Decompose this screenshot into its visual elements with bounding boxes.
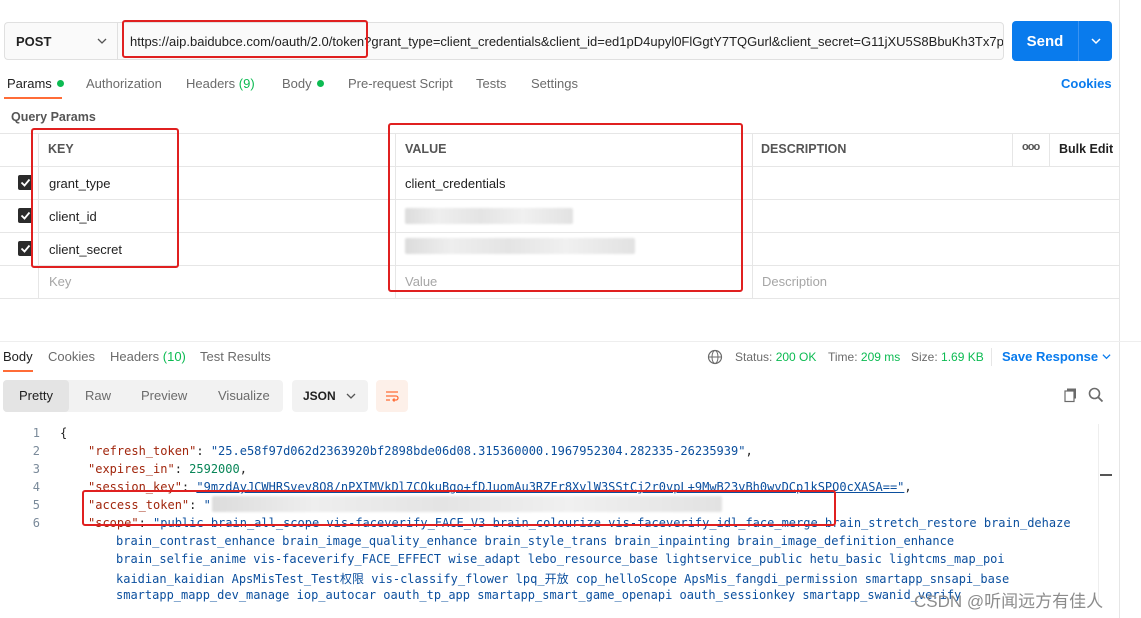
status-readout: Status: 200 OK <box>735 350 817 364</box>
view-pretty[interactable]: Pretty <box>19 388 53 403</box>
params-active-dot <box>56 80 64 88</box>
line-number: 2 <box>32 444 40 458</box>
response-tab-test-results[interactable]: Test Results <box>200 349 271 364</box>
check-icon <box>20 244 31 253</box>
tab-pre-request-script[interactable]: Pre-request Script <box>348 76 453 94</box>
access-token-highlight-box <box>82 490 836 526</box>
cookies-link[interactable]: Cookies <box>1061 76 1112 91</box>
code-line-scope-cont: brain_contrast_enhance brain_image_quali… <box>116 534 955 548</box>
search-icon[interactable] <box>1088 387 1104 403</box>
method-label: POST <box>16 33 52 49</box>
wrap-lines-icon <box>386 391 399 402</box>
check-icon <box>20 211 31 220</box>
check-icon <box>20 178 31 187</box>
response-tab-headers[interactable]: Headers (10) <box>110 349 186 364</box>
code-line-scope-cont: smartapp_mapp_dev_manage iop_autocar oau… <box>116 588 962 602</box>
code-line-refresh-token: "refresh_token": "25.e58f97d062d2363920b… <box>88 444 753 458</box>
chevron-down-icon <box>346 393 356 399</box>
value-column-highlight-box <box>388 123 743 292</box>
tab-body[interactable]: Body <box>282 76 324 94</box>
watermark: CSDN @听闻远方有佳人 <box>914 592 1104 611</box>
line-number: 6 <box>32 516 40 530</box>
response-tab-cookies[interactable]: Cookies <box>48 349 95 364</box>
editor-scrollbar[interactable] <box>1098 424 1112 604</box>
view-raw[interactable]: Raw <box>85 388 111 403</box>
tab-params[interactable]: Params <box>7 76 64 94</box>
tab-headers[interactable]: Headers (9) <box>186 76 255 94</box>
query-params-title: Query Params <box>11 110 96 124</box>
code-line-expires-in: "expires_in": 2592000, <box>88 462 247 476</box>
chevron-down-icon <box>97 38 107 44</box>
line-number: 3 <box>32 462 40 476</box>
url-highlight-box <box>122 20 368 58</box>
view-visualize[interactable]: Visualize <box>218 388 270 403</box>
line-number: 1 <box>32 426 40 440</box>
more-options-icon[interactable]: ooo <box>1022 141 1040 153</box>
code-line-scope-cont: kaidian_kaidian ApsMisTest_Test权限 vis-cl… <box>116 572 1010 586</box>
chevron-down-icon <box>1102 354 1111 360</box>
send-button[interactable]: Send <box>1012 21 1112 61</box>
size-readout: Size: 1.69 KB <box>911 350 984 364</box>
code-line-scope-cont: brain_selfie_anime vis-faceverify_FACE_E… <box>116 552 1005 566</box>
bulk-edit-button[interactable]: Bulk Edit <box>1059 142 1113 156</box>
tab-tests[interactable]: Tests <box>476 76 506 94</box>
save-response-button[interactable]: Save Response <box>1002 349 1111 364</box>
body-active-dot <box>316 80 324 88</box>
send-label: Send <box>1026 32 1064 50</box>
method-select[interactable]: POST <box>4 22 117 60</box>
view-preview[interactable]: Preview <box>141 388 187 403</box>
wrap-lines-button[interactable] <box>376 380 408 412</box>
line-number: 4 <box>32 480 40 494</box>
format-select[interactable]: JSON <box>292 380 368 412</box>
tab-params-underline <box>4 97 62 99</box>
tab-authorization[interactable]: Authorization <box>86 76 162 94</box>
code-open-brace: { <box>60 426 68 440</box>
time-readout: Time: 209 ms <box>828 350 901 364</box>
new-description-input[interactable]: Description <box>762 274 827 289</box>
globe-icon[interactable] <box>707 349 723 365</box>
response-tab-underline <box>3 370 33 372</box>
tab-settings[interactable]: Settings <box>531 76 578 94</box>
key-column-highlight-box <box>31 128 179 268</box>
line-number: 5 <box>32 498 40 512</box>
column-header-description: DESCRIPTION <box>761 142 847 156</box>
response-tab-body[interactable]: Body <box>3 349 33 364</box>
copy-icon[interactable] <box>1063 387 1079 403</box>
send-options-chevron-icon[interactable] <box>1079 35 1112 47</box>
new-key-input[interactable]: Key <box>49 274 71 289</box>
